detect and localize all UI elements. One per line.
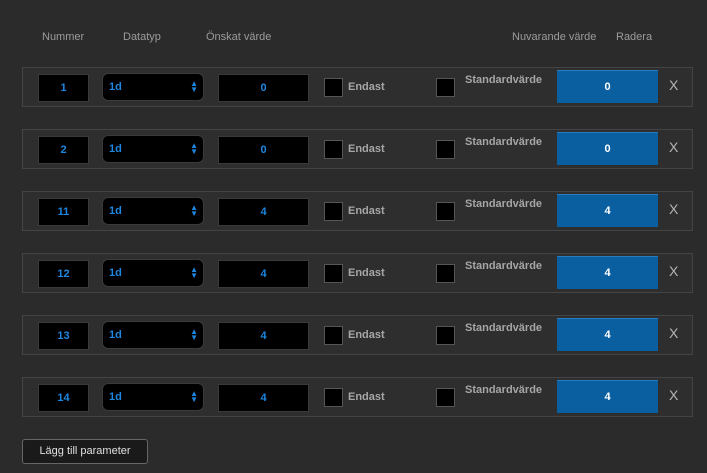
delete-button[interactable]: X: [669, 325, 678, 341]
only-checkbox[interactable]: [324, 202, 343, 221]
datatype-select[interactable]: 1d▲︎▲▼: [102, 383, 204, 411]
datatype-select[interactable]: 1d▲︎▲▼: [102, 259, 204, 287]
header-current-value: Nuvarande värde: [512, 31, 597, 43]
parameter-row: 11d▲︎▲▼0EndastStandardvärde0X: [22, 67, 693, 107]
delete-button[interactable]: X: [669, 201, 678, 217]
default-value-checkbox[interactable]: [436, 202, 455, 221]
parameter-row: 141d▲︎▲▼4EndastStandardvärde4X: [22, 377, 693, 417]
default-value-label: Standardvärde: [465, 198, 543, 210]
datatype-select[interactable]: 1d▲︎▲▼: [102, 321, 204, 349]
datatype-value: 1d: [109, 205, 122, 217]
parameter-number-input[interactable]: 13: [38, 322, 89, 350]
current-value-display: 0: [557, 132, 658, 165]
updown-arrow-icon: ▲ ▼: [190, 326, 198, 342]
default-value-checkbox[interactable]: [436, 140, 455, 159]
parameter-row: 131d▲︎▲▼4EndastStandardvärde4X: [22, 315, 693, 355]
parameter-row: 121d▲︎▲▼4EndastStandardvärde4X: [22, 253, 693, 293]
default-value-label: Standardvärde: [465, 384, 543, 396]
only-label: Endast: [348, 81, 385, 93]
only-label: Endast: [348, 205, 385, 217]
only-label: Endast: [348, 143, 385, 155]
default-value-checkbox[interactable]: [436, 264, 455, 283]
updown-arrow-icon: ▲ ▼: [190, 202, 198, 218]
datatype-value: 1d: [109, 329, 122, 341]
datatype-value: 1d: [109, 391, 122, 403]
default-value-checkbox[interactable]: [436, 326, 455, 345]
header-number: Nummer: [42, 31, 85, 43]
only-checkbox[interactable]: [324, 78, 343, 97]
parameter-number-input[interactable]: 1: [38, 74, 89, 102]
datatype-value: 1d: [109, 81, 122, 93]
only-checkbox[interactable]: [324, 388, 343, 407]
current-value-display: 0: [557, 70, 658, 103]
default-value-label: Standardvärde: [465, 74, 543, 86]
delete-button[interactable]: X: [669, 77, 678, 93]
default-value-label: Standardvärde: [465, 136, 543, 148]
parameter-number-input[interactable]: 11: [38, 198, 89, 226]
current-value-display: 4: [557, 318, 658, 351]
updown-arrow-icon: ▲ ▼: [190, 140, 198, 156]
only-label: Endast: [348, 329, 385, 341]
datatype-select[interactable]: 1d▲︎▲▼: [102, 73, 204, 101]
datatype-select[interactable]: 1d▲︎▲▼: [102, 135, 204, 163]
default-value-checkbox[interactable]: [436, 388, 455, 407]
delete-button[interactable]: X: [669, 139, 678, 155]
desired-value-input[interactable]: 0: [218, 74, 309, 102]
current-value-display: 4: [557, 256, 658, 289]
desired-value-input[interactable]: 4: [218, 384, 309, 412]
default-value-label: Standardvärde: [465, 260, 543, 272]
desired-value-input[interactable]: 4: [218, 260, 309, 288]
updown-arrow-icon: ▲ ▼: [190, 264, 198, 280]
parameter-row: 111d▲︎▲▼4EndastStandardvärde4X: [22, 191, 693, 231]
default-value-label: Standardvärde: [465, 322, 543, 334]
default-value-checkbox[interactable]: [436, 78, 455, 97]
datatype-value: 1d: [109, 143, 122, 155]
header-delete: Radera: [616, 31, 653, 43]
parameter-row: 21d▲︎▲▼0EndastStandardvärde0X: [22, 129, 693, 169]
header-datatype: Datatyp: [123, 31, 161, 43]
parameter-number-input[interactable]: 12: [38, 260, 89, 288]
parameter-number-input[interactable]: 14: [38, 384, 89, 412]
add-parameter-button[interactable]: Lägg till parameter: [22, 439, 148, 464]
current-value-display: 4: [557, 380, 658, 413]
only-label: Endast: [348, 267, 385, 279]
delete-button[interactable]: X: [669, 263, 678, 279]
updown-arrow-icon: ▲ ▼: [190, 78, 198, 94]
updown-arrow-icon: ▲ ▼: [190, 388, 198, 404]
only-checkbox[interactable]: [324, 326, 343, 345]
datatype-value: 1d: [109, 267, 122, 279]
desired-value-input[interactable]: 4: [218, 322, 309, 350]
only-checkbox[interactable]: [324, 264, 343, 283]
datatype-select[interactable]: 1d▲︎▲▼: [102, 197, 204, 225]
desired-value-input[interactable]: 0: [218, 136, 309, 164]
desired-value-input[interactable]: 4: [218, 198, 309, 226]
only-label: Endast: [348, 391, 385, 403]
header-desired-value: Önskat värde: [206, 31, 272, 43]
current-value-display: 4: [557, 194, 658, 227]
parameter-number-input[interactable]: 2: [38, 136, 89, 164]
delete-button[interactable]: X: [669, 387, 678, 403]
only-checkbox[interactable]: [324, 140, 343, 159]
